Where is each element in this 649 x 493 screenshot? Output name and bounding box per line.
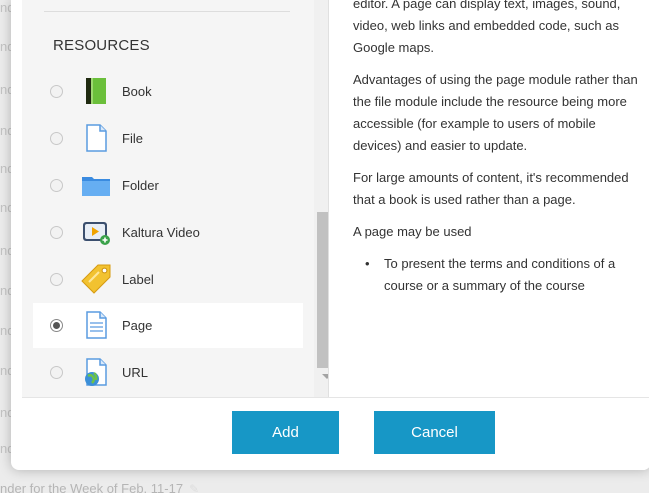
option-radio[interactable] [50,226,63,239]
scrollbar-thumb[interactable] [317,212,328,368]
help-advantages: Advantages of using the page module rath… [353,72,638,153]
help-uses-item: To present the terms and conditions of a… [365,253,643,297]
option-radio[interactable] [50,132,63,145]
folder-icon [82,177,110,196]
background-section-title[interactable]: nder for the Week of Feb. 11-17 ✎ [0,481,199,493]
option-label: File [122,131,143,146]
option-label: Folder [122,178,159,193]
option-radio[interactable] [50,179,63,192]
option-radio[interactable] [50,366,63,379]
resources-section-header: RESOURCES [53,37,150,54]
help-intro: editor. A page can display text, images,… [353,0,621,55]
cancel-button[interactable]: Cancel [374,411,495,454]
page-icon [86,311,107,339]
option-label: Page [122,318,153,333]
scroll-down-arrow-icon[interactable] [322,374,328,379]
edit-pencil-icon[interactable]: ✎ [189,482,199,493]
help-large-content: For large amounts of content, it's recom… [353,170,629,207]
option-label-module[interactable]: Label [33,257,303,302]
option-label: URL [122,365,149,380]
option-kaltura-video[interactable]: Kaltura Video [33,210,303,255]
option-label: Label [122,272,154,287]
option-file[interactable]: File [33,116,303,161]
dialog-footer: Add Cancel [22,397,649,470]
url-icon [85,358,107,386]
option-page[interactable]: Page [33,303,303,348]
book-icon [86,78,106,104]
option-book[interactable]: Book [33,69,303,114]
add-button[interactable]: Add [232,411,339,454]
module-list-scrollbar[interactable] [314,0,328,397]
option-radio[interactable] [50,319,63,332]
module-list-panel[interactable]: RESOURCES Book File Folder Kaltura Video… [22,0,329,397]
background-section-title-text: nder for the Week of Feb. 11-17 [0,481,184,493]
option-label: Book [122,84,152,99]
help-uses-heading: A page may be used [353,224,472,239]
activity-chooser-dialog: RESOURCES Book File Folder Kaltura Video… [11,0,649,470]
module-help-panel: editor. A page can display text, images,… [353,0,643,397]
help-uses-list: To present the terms and conditions of a… [353,253,643,297]
option-radio[interactable] [50,273,63,286]
option-radio[interactable] [50,85,63,98]
divider [44,11,290,12]
option-folder[interactable]: Folder [33,163,303,208]
option-label: Kaltura Video [122,225,200,240]
option-url[interactable]: URL [33,350,303,395]
file-icon [86,124,107,152]
kaltura-video-icon [83,222,110,245]
label-icon [81,264,111,294]
